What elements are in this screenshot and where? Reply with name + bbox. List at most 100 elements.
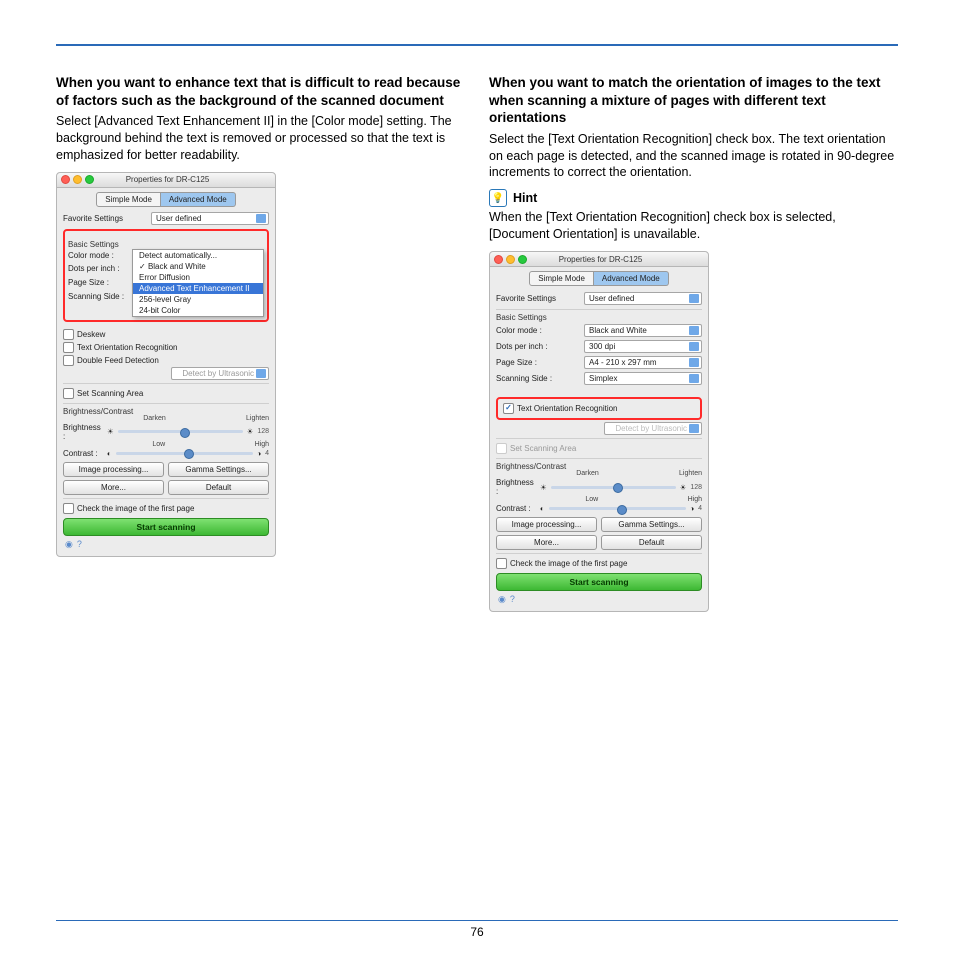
dropdown-item[interactable]: ✓ Black and White bbox=[133, 261, 263, 272]
image-processing-button[interactable]: Image processing... bbox=[496, 517, 597, 532]
properties-window-left: Properties for DR-C125 Simple Mode Advan… bbox=[56, 172, 276, 557]
help-icon[interactable]: ? bbox=[77, 539, 82, 550]
window-titlebar: Properties for DR-C125 bbox=[490, 252, 708, 267]
window-body: Favorite Settings User defined Basic Set… bbox=[490, 290, 708, 611]
right-heading: When you want to match the orientation o… bbox=[489, 74, 898, 127]
more-button[interactable]: More... bbox=[496, 535, 597, 550]
window-titlebar: Properties for DR-C125 bbox=[57, 173, 275, 188]
color-mode-dropdown[interactable]: Detect automatically... ✓ Black and Whit… bbox=[132, 249, 264, 317]
dropdown-item[interactable]: Error Diffusion bbox=[133, 272, 263, 283]
default-button[interactable]: Default bbox=[601, 535, 702, 550]
more-button[interactable]: More... bbox=[63, 480, 164, 495]
double-feed-row: Double Feed Detection bbox=[63, 354, 269, 367]
scanning-side-label: Scanning Side : bbox=[496, 374, 552, 383]
manual-page: When you want to enhance text that is di… bbox=[0, 0, 954, 969]
contrast-value: 4 bbox=[265, 450, 269, 457]
hint-bulb-icon: 💡 bbox=[489, 189, 507, 207]
brightness-label: Brightness : bbox=[63, 423, 103, 441]
text-orientation-checkbox[interactable] bbox=[63, 342, 74, 353]
left-body-text: Select [Advanced Text Enhancement II] in… bbox=[56, 113, 465, 164]
default-button[interactable]: Default bbox=[168, 480, 269, 495]
color-mode-label: Color mode : bbox=[496, 326, 542, 335]
basic-settings-header: Basic Settings bbox=[496, 309, 702, 322]
brightness-value: 128 bbox=[690, 484, 702, 491]
text-orientation-checkbox[interactable] bbox=[503, 403, 514, 414]
hint-label: Hint bbox=[513, 191, 537, 205]
dpi-label: Dots per inch : bbox=[496, 342, 548, 351]
dpi-select[interactable]: 300 dpi bbox=[584, 340, 702, 353]
close-icon[interactable] bbox=[494, 255, 503, 264]
info-icon[interactable]: ◉ bbox=[498, 594, 506, 605]
scanning-side-select[interactable]: Simplex bbox=[584, 372, 702, 385]
page-number: 76 bbox=[470, 925, 483, 939]
mode-tab-bar: Simple Mode Advanced Mode bbox=[490, 267, 708, 290]
set-scan-area-label: Set Scanning Area bbox=[510, 444, 576, 453]
text-orientation-label: Text Orientation Recognition bbox=[77, 343, 178, 352]
contrast-slider[interactable] bbox=[116, 452, 253, 455]
page-footer: 76 bbox=[56, 920, 898, 939]
page-size-label: Page Size : bbox=[496, 358, 537, 367]
scanning-side-label: Scanning Side : bbox=[68, 290, 128, 304]
tab-simple-mode[interactable]: Simple Mode bbox=[96, 192, 161, 207]
set-scan-area-checkbox[interactable] bbox=[63, 388, 74, 399]
top-rule bbox=[56, 44, 898, 46]
left-heading: When you want to enhance text that is di… bbox=[56, 74, 465, 109]
color-mode-label: Color mode : bbox=[68, 249, 128, 263]
contrast-slider[interactable] bbox=[549, 507, 686, 510]
double-feed-label: Double Feed Detection bbox=[77, 356, 159, 365]
dropdown-item-selected[interactable]: Advanced Text Enhancement II bbox=[133, 283, 263, 294]
zoom-icon[interactable] bbox=[85, 175, 94, 184]
brightness-label: Brightness : bbox=[496, 478, 536, 496]
text-orientation-row: Text Orientation Recognition bbox=[63, 341, 269, 354]
tab-advanced-mode[interactable]: Advanced Mode bbox=[594, 271, 669, 286]
check-first-page-row: Check the image of the first page bbox=[496, 557, 702, 570]
hint-row: 💡 Hint bbox=[489, 189, 898, 207]
hint-body-text: When the [Text Orientation Recognition] … bbox=[489, 209, 898, 243]
page-size-select[interactable]: A4 - 210 x 297 mm bbox=[584, 356, 702, 369]
left-column: When you want to enhance text that is di… bbox=[56, 74, 465, 620]
deskew-row: Deskew bbox=[63, 328, 269, 341]
text-orientation-label: Text Orientation Recognition bbox=[517, 404, 618, 413]
dropdown-item[interactable]: Detect automatically... bbox=[133, 250, 263, 261]
brightness-value: 128 bbox=[257, 428, 269, 435]
favorite-settings-select[interactable]: User defined bbox=[584, 292, 702, 305]
favorite-settings-label: Favorite Settings bbox=[63, 214, 123, 223]
contrast-label: Contrast : bbox=[496, 504, 536, 513]
gamma-settings-button[interactable]: Gamma Settings... bbox=[601, 517, 702, 532]
window-title: Properties for DR-C125 bbox=[530, 255, 671, 264]
tab-advanced-mode[interactable]: Advanced Mode bbox=[161, 192, 236, 207]
highlight-box-color-mode: Basic Settings Color mode : Dots per inc… bbox=[63, 229, 269, 322]
set-scan-area-checkbox bbox=[496, 443, 507, 454]
dropdown-item[interactable]: 256-level Gray bbox=[133, 294, 263, 305]
set-scan-area-row: Set Scanning Area bbox=[63, 387, 269, 400]
two-column-layout: When you want to enhance text that is di… bbox=[56, 74, 898, 620]
tab-simple-mode[interactable]: Simple Mode bbox=[529, 271, 594, 286]
image-processing-button[interactable]: Image processing... bbox=[63, 462, 164, 477]
highlight-box-text-orientation: Text Orientation Recognition bbox=[496, 397, 702, 420]
minimize-icon[interactable] bbox=[73, 175, 82, 184]
minimize-icon[interactable] bbox=[506, 255, 515, 264]
help-icon[interactable]: ? bbox=[510, 594, 515, 605]
double-feed-checkbox[interactable] bbox=[63, 355, 74, 366]
gamma-settings-button[interactable]: Gamma Settings... bbox=[168, 462, 269, 477]
properties-window-right: Properties for DR-C125 Simple Mode Advan… bbox=[489, 251, 709, 612]
brightness-slider[interactable] bbox=[118, 430, 243, 433]
check-first-page-checkbox[interactable] bbox=[63, 503, 74, 514]
start-scanning-button[interactable]: Start scanning bbox=[63, 518, 269, 536]
right-column: When you want to match the orientation o… bbox=[489, 74, 898, 620]
deskew-label: Deskew bbox=[77, 330, 105, 339]
info-icon[interactable]: ◉ bbox=[65, 539, 73, 550]
set-scan-area-row: Set Scanning Area bbox=[496, 442, 702, 455]
deskew-checkbox[interactable] bbox=[63, 329, 74, 340]
dropdown-item[interactable]: 24-bit Color bbox=[133, 305, 263, 316]
zoom-icon[interactable] bbox=[518, 255, 527, 264]
brightness-slider[interactable] bbox=[551, 486, 676, 489]
color-mode-select[interactable]: Black and White bbox=[584, 324, 702, 337]
detect-ultrasonic-select[interactable]: Detect by Ultrasonic bbox=[171, 367, 269, 380]
start-scanning-button[interactable]: Start scanning bbox=[496, 573, 702, 591]
close-icon[interactable] bbox=[61, 175, 70, 184]
check-first-page-label: Check the image of the first page bbox=[510, 559, 627, 568]
check-first-page-checkbox[interactable] bbox=[496, 558, 507, 569]
favorite-settings-select[interactable]: User defined bbox=[151, 212, 269, 225]
text-orientation-row: Text Orientation Recognition bbox=[501, 402, 697, 415]
